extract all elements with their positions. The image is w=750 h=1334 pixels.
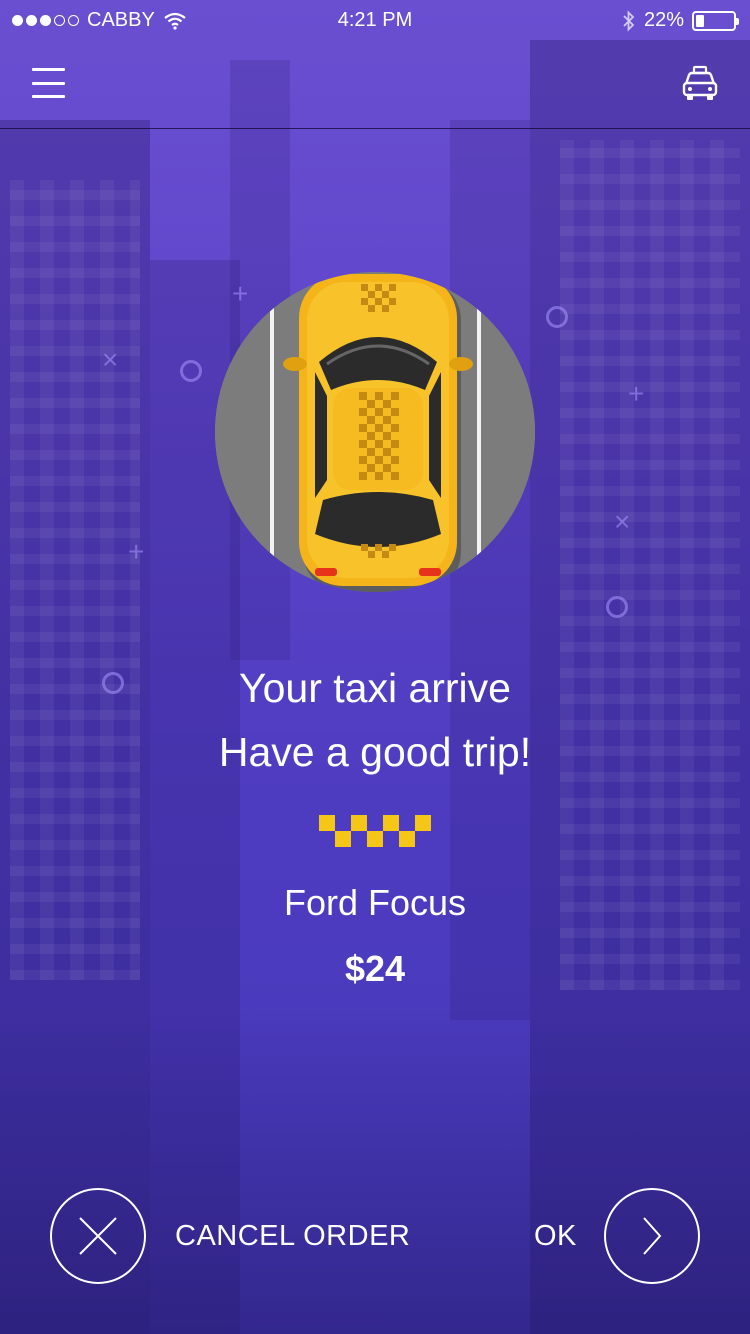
ok-button[interactable] xyxy=(604,1188,700,1284)
battery-level xyxy=(696,14,704,27)
cross-decoration-icon: × xyxy=(614,506,631,537)
ok-label[interactable]: OK xyxy=(534,1220,577,1253)
status-right: 22% xyxy=(622,9,739,32)
cancel-order-label[interactable]: CANCEL ORDER xyxy=(175,1220,410,1253)
close-icon xyxy=(79,1217,117,1255)
hamburger-menu-icon[interactable] xyxy=(32,68,65,98)
plus-decoration-icon: + xyxy=(628,378,645,409)
trip-price: $24 xyxy=(344,948,406,989)
arrival-subtitle: Have a good trip! xyxy=(218,729,532,775)
bluetooth-icon xyxy=(623,9,635,32)
taxi-car-illustration xyxy=(215,272,535,592)
cancel-order-button[interactable] xyxy=(50,1188,146,1284)
circle-decoration-icon xyxy=(606,596,628,618)
arrival-title: Your taxi arrive xyxy=(239,665,511,711)
status-bar: CABBY 4:21 PM 22% xyxy=(0,0,750,40)
battery-icon xyxy=(692,10,739,31)
checker-pattern-divider xyxy=(319,815,431,847)
bottom-actions: CANCEL ORDER OK xyxy=(0,1188,750,1284)
taxi-icon[interactable] xyxy=(680,64,720,104)
plus-decoration-icon: + xyxy=(128,536,145,567)
cross-decoration-icon: × xyxy=(102,344,119,375)
chevron-right-icon xyxy=(643,1217,662,1255)
battery-percentage: 22% xyxy=(643,9,684,31)
vehicle-model: Ford Focus xyxy=(283,882,467,923)
circle-decoration-icon xyxy=(180,360,202,382)
nav-bar xyxy=(0,40,750,129)
circle-decoration-icon xyxy=(546,306,568,328)
